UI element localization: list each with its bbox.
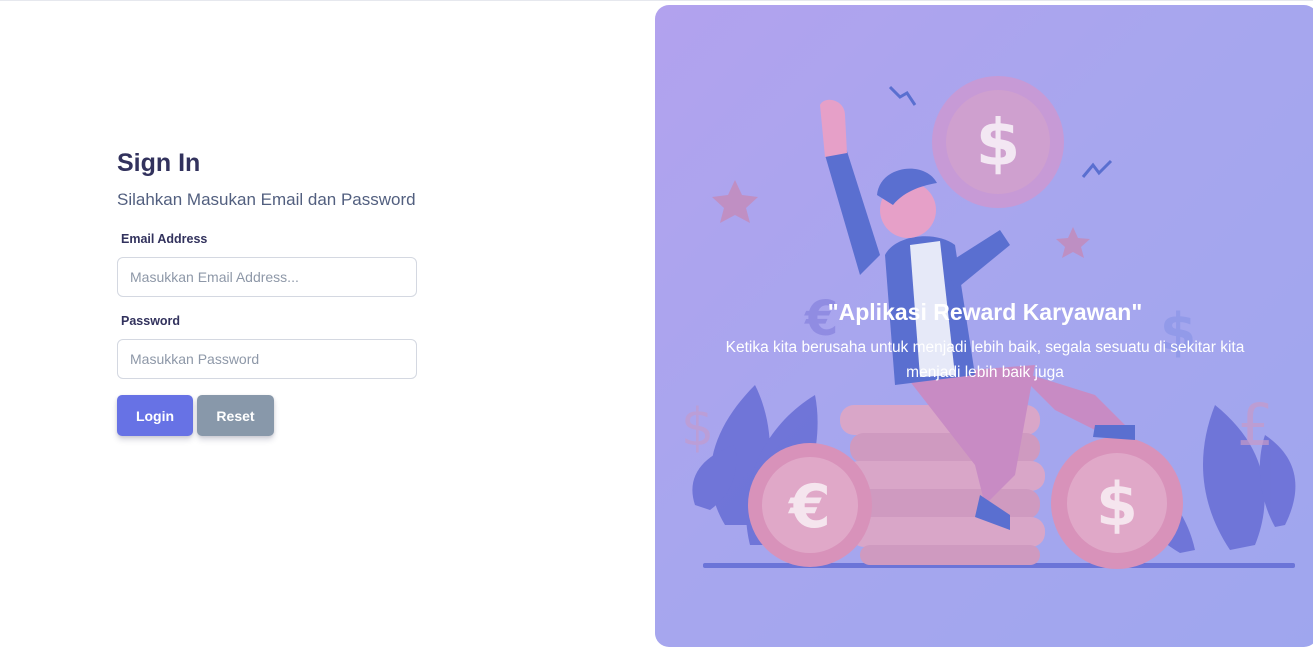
login-panel: Sign In Silahkan Masukan Email dan Passw… bbox=[0, 0, 655, 642]
form-actions: Login Reset bbox=[117, 395, 437, 436]
svg-text:$: $ bbox=[976, 107, 1021, 181]
page-title: Sign In bbox=[117, 149, 201, 177]
email-label: Email Address bbox=[121, 232, 208, 246]
hero-quote: "Aplikasi Reward Karyawan" bbox=[827, 299, 1143, 325]
password-label: Password bbox=[121, 314, 181, 328]
hero-panel: € $ $ € $ £ $ "Aplikasi Reward Karyawan"… bbox=[655, 5, 1313, 647]
login-button[interactable]: Login bbox=[117, 395, 193, 436]
password-field[interactable] bbox=[117, 339, 417, 379]
pound-symbol-icon: £ bbox=[1237, 391, 1274, 459]
page-subtitle: Silahkan Masukan Email dan Password bbox=[117, 190, 416, 209]
dollar-symbol-left-icon: $ bbox=[681, 398, 714, 458]
hero-text: "Aplikasi Reward Karyawan" Ketika kita b… bbox=[715, 297, 1255, 385]
reset-button[interactable]: Reset bbox=[197, 395, 274, 436]
signin-form: Sign In Silahkan Masukan Email dan Passw… bbox=[117, 147, 437, 436]
hero-description: Ketika kita berusaha untuk menjadi lebih… bbox=[725, 339, 1245, 381]
svg-text:€: € bbox=[787, 472, 831, 542]
svg-text:$: $ bbox=[1096, 470, 1138, 540]
euro-coin-icon: € bbox=[748, 443, 872, 567]
email-field[interactable] bbox=[117, 257, 417, 297]
dollar-coin-top-icon: $ bbox=[932, 76, 1064, 208]
dollar-coin-icon: $ bbox=[1051, 437, 1183, 569]
